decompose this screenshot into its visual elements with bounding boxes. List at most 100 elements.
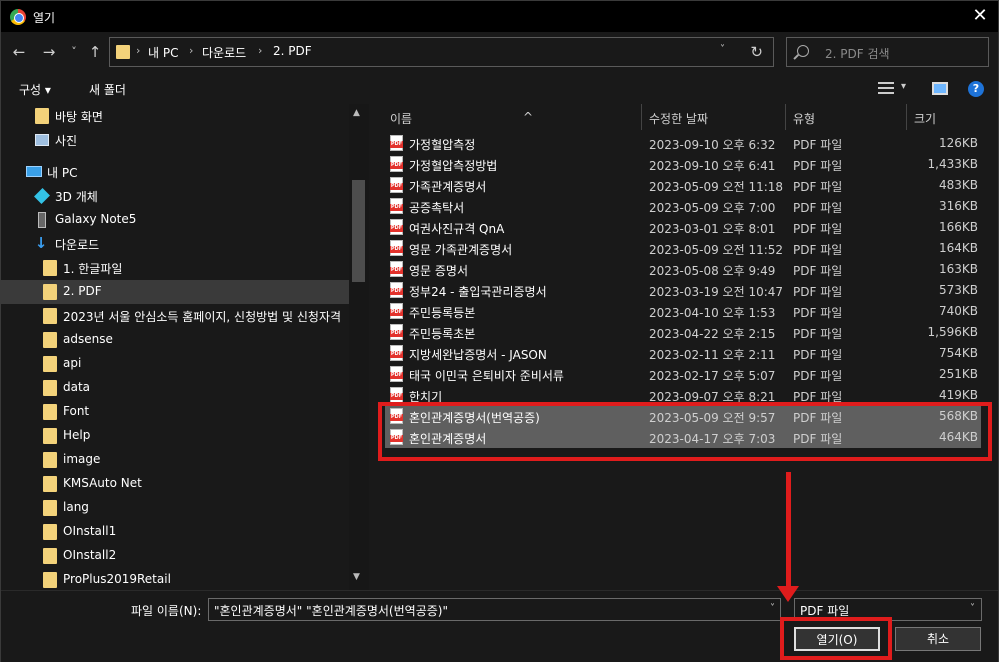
address-dropdown-icon[interactable]: ˅ (720, 44, 725, 55)
sidebar-item-help[interactable]: Help (1, 424, 349, 448)
file-type: PDF 파일 (793, 201, 843, 215)
close-button[interactable]: ✕ (968, 5, 992, 27)
file-row[interactable]: 영문 가족관계증명서 2023-05-09 오전 11:52 PDF 파일 164KB (385, 238, 981, 259)
file-row[interactable]: 공증촉탁서 2023-05-09 오후 7:00 PDF 파일 316KB (385, 196, 981, 217)
sidebar-item-label: 3D 개체 (55, 190, 98, 204)
breadcrumb-2-pdf[interactable]: 2. PDF (273, 44, 312, 58)
file-size: 1,596KB (927, 325, 978, 339)
organize-button[interactable]: 구성 ▾ (19, 81, 51, 98)
sidebar-item-oinstall2[interactable]: OInstall2 (1, 544, 349, 568)
sidebar-item-galaxy-note5[interactable]: Galaxy Note5 (1, 208, 349, 232)
file-row[interactable]: 가족관계증명서 2023-05-09 오전 11:18 PDF 파일 483KB (385, 175, 981, 196)
view-dropdown-icon[interactable]: ▾ (901, 81, 906, 92)
forward-button[interactable]: → (39, 42, 59, 62)
sidebar-item-label: 바탕 화면 (55, 110, 103, 124)
sidebar-item-pictures[interactable]: 사진 (1, 128, 349, 152)
navigation-pane: 바탕 화면 사진 내 PC 3D 개체 Galaxy Note5 ↓ 다운로드 … (1, 104, 369, 590)
file-date: 2023-05-09 오전 11:52 (649, 243, 784, 257)
scroll-up-icon[interactable]: ▲ (353, 108, 360, 118)
sidebar-item-adsense[interactable]: adsense (1, 328, 349, 352)
file-row[interactable]: 지방세완납증명서 - JASON 2023-02-11 오후 2:11 PDF 파일… (385, 343, 981, 364)
folder-icon (43, 572, 57, 588)
sidebar-item-label: 내 PC (47, 166, 78, 180)
sidebar-item-3d-objects[interactable]: 3D 개체 (1, 184, 349, 208)
file-type: PDF 파일 (793, 285, 843, 299)
sidebar-item-label: adsense (63, 332, 113, 346)
scrollbar-thumb[interactable] (352, 180, 365, 282)
recent-locations-dropdown[interactable]: ˅ (64, 42, 84, 62)
file-size: 163KB (938, 262, 978, 276)
filename-input[interactable]: "혼인관계증명서" "혼인관계증명서(번역공증)" ˅ (208, 598, 781, 621)
help-icon[interactable]: ? (968, 81, 984, 97)
column-header-type[interactable]: 유형 (786, 104, 906, 130)
view-options-icon[interactable] (878, 82, 894, 94)
file-date: 2023-05-08 오후 9:49 (649, 264, 776, 278)
cancel-button[interactable]: 취소 (895, 627, 981, 651)
sidebar-item-label: KMSAuto Net (63, 476, 142, 490)
breadcrumb-downloads[interactable]: 다운로드 (202, 44, 246, 61)
file-name: 영문 가족관계증명서 (409, 243, 513, 257)
sidebar-item-data[interactable]: data (1, 376, 349, 400)
file-type: PDF 파일 (793, 159, 843, 173)
file-row[interactable]: 여권사진규격 QnA 2023-03-01 오후 8:01 PDF 파일 166KB (385, 217, 981, 238)
sidebar-item-desktop[interactable]: 바탕 화면 (1, 104, 349, 128)
column-label: 유형 (793, 112, 816, 126)
sidebar-item-lang[interactable]: lang (1, 496, 349, 520)
sidebar-item-seoul-income[interactable]: 2023년 서울 안심소득 홈페이지, 신청방법 및 신청자격 (1, 304, 349, 328)
sidebar-item-2-pdf[interactable]: 2. PDF (1, 280, 349, 304)
search-box[interactable]: 2. PDF 검색 (786, 37, 989, 67)
column-label: 이름 (390, 112, 413, 126)
file-row[interactable]: 가정혈압측정 2023-09-10 오후 6:32 PDF 파일 126KB (385, 133, 981, 154)
sidebar-item-downloads[interactable]: ↓ 다운로드 (1, 232, 349, 256)
new-folder-button[interactable]: 새 폴더 (89, 81, 126, 98)
file-name: 가정혈압측정방법 (409, 159, 498, 173)
breadcrumb-my-pc[interactable]: 내 PC (148, 44, 178, 61)
sidebar-item-hangul-files[interactable]: 1. 한글파일 (1, 256, 349, 280)
folder-icon (43, 284, 57, 300)
file-row[interactable]: 가정혈압측정방법 2023-09-10 오후 6:41 PDF 파일 1,433KB (385, 154, 981, 175)
navigation-scrollbar[interactable]: ▲ ▼ (349, 104, 369, 590)
folder-icon (43, 404, 57, 420)
file-date: 2023-04-22 오후 2:15 (649, 327, 776, 341)
pdf-file-icon (390, 345, 403, 361)
folder-icon (116, 45, 130, 59)
file-name: 주민등록초본 (409, 327, 476, 341)
file-row[interactable]: 주민등록등본 2023-04-10 오후 1:53 PDF 파일 740KB (385, 301, 981, 322)
sidebar-item-my-pc[interactable]: 내 PC (1, 160, 349, 184)
search-placeholder: 2. PDF 검색 (825, 47, 890, 61)
column-header-size[interactable]: 크기 (907, 104, 987, 130)
file-size: 740KB (938, 304, 978, 318)
back-button[interactable]: ← (9, 42, 29, 62)
sidebar-item-proplus2019retail[interactable]: ProPlus2019Retail (1, 568, 349, 590)
breadcrumb-separator: › (136, 44, 141, 57)
file-row[interactable]: 태국 이민국 은퇴비자 준비서류 2023-02-17 오후 5:07 PDF 파일… (385, 364, 981, 385)
pdf-file-icon (390, 387, 403, 403)
file-type: PDF 파일 (793, 180, 843, 194)
chevron-down-icon[interactable]: ˅ (770, 603, 775, 614)
pdf-file-icon (390, 324, 403, 340)
column-header-date[interactable]: 수정한 날짜 (642, 104, 787, 130)
sidebar-item-oinstall1[interactable]: OInstall1 (1, 520, 349, 544)
folder-icon (43, 380, 57, 396)
address-bar[interactable]: › 내 PC › 다운로드 › 2. PDF ˅ ↻ (109, 37, 774, 67)
file-row[interactable]: 주민등록초본 2023-04-22 오후 2:15 PDF 파일 1,596KB (385, 322, 981, 343)
sidebar-item-kmsauto-net[interactable]: KMSAuto Net (1, 472, 349, 496)
up-button[interactable]: ↑ (85, 42, 105, 62)
scroll-down-icon[interactable]: ▼ (353, 572, 360, 582)
pdf-file-icon (390, 219, 403, 235)
sidebar-item-label: OInstall1 (63, 524, 117, 538)
file-name: 영문 증명서 (409, 264, 469, 278)
column-header-name[interactable]: 이름 ^ (385, 104, 641, 130)
sidebar-item-api[interactable]: api (1, 352, 349, 376)
preview-pane-icon[interactable] (932, 82, 948, 95)
file-date: 2023-09-10 오후 6:41 (649, 159, 776, 173)
file-name: 가족관계증명서 (409, 180, 487, 194)
annotation-arrow (786, 472, 791, 590)
file-row[interactable]: 정부24 - 출입국관리증명서 2023-03-19 오전 10:47 PDF 파일… (385, 280, 981, 301)
file-row[interactable]: 영문 증명서 2023-05-08 오후 9:49 PDF 파일 163KB (385, 259, 981, 280)
file-name: 지방세완납증명서 - JASON (409, 348, 547, 362)
folder-icon (43, 524, 57, 540)
sidebar-item-font[interactable]: Font (1, 400, 349, 424)
sidebar-item-image[interactable]: image (1, 448, 349, 472)
refresh-icon[interactable]: ↻ (750, 43, 763, 61)
